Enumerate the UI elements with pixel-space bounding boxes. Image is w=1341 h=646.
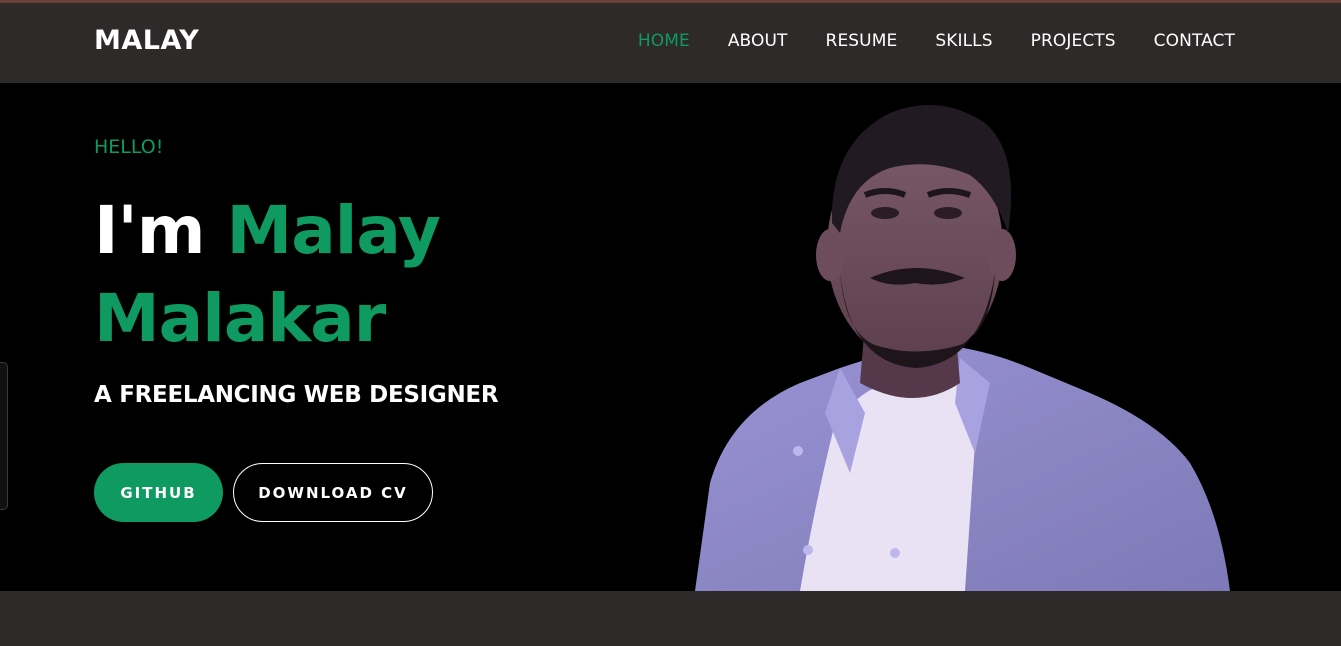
nav-home[interactable]: HOME bbox=[638, 31, 690, 51]
nav-about[interactable]: ABOUT bbox=[728, 31, 788, 51]
nav-projects[interactable]: PROJECTS bbox=[1031, 31, 1116, 51]
download-cv-button[interactable]: DOWNLOAD CV bbox=[233, 463, 433, 522]
nav-skills[interactable]: SKILLS bbox=[935, 31, 992, 51]
hero-headline: I'm Malay Malakar bbox=[94, 187, 654, 363]
nav-resume[interactable]: RESUME bbox=[826, 31, 898, 51]
github-button[interactable]: GITHUB bbox=[94, 463, 223, 522]
headline-prefix: I'm bbox=[94, 192, 206, 269]
main-nav: HOME ABOUT RESUME SKILLS PROJECTS CONTAC… bbox=[638, 31, 1235, 51]
side-tab-handle[interactable] bbox=[0, 362, 8, 510]
hero-greeting: HELLO! bbox=[94, 136, 164, 158]
footer-band bbox=[0, 591, 1341, 646]
brand-logo[interactable]: MALAY bbox=[94, 25, 199, 56]
portrait-image bbox=[695, 105, 1230, 591]
hero-section: HELLO! I'm Malay Malakar A FREELANCING W… bbox=[0, 83, 1341, 591]
navbar: MALAY HOME ABOUT RESUME SKILLS PROJECTS … bbox=[0, 3, 1341, 83]
nav-contact[interactable]: CONTACT bbox=[1154, 31, 1235, 51]
hero-subtitle: A FREELANCING WEB DESIGNER bbox=[94, 382, 499, 408]
